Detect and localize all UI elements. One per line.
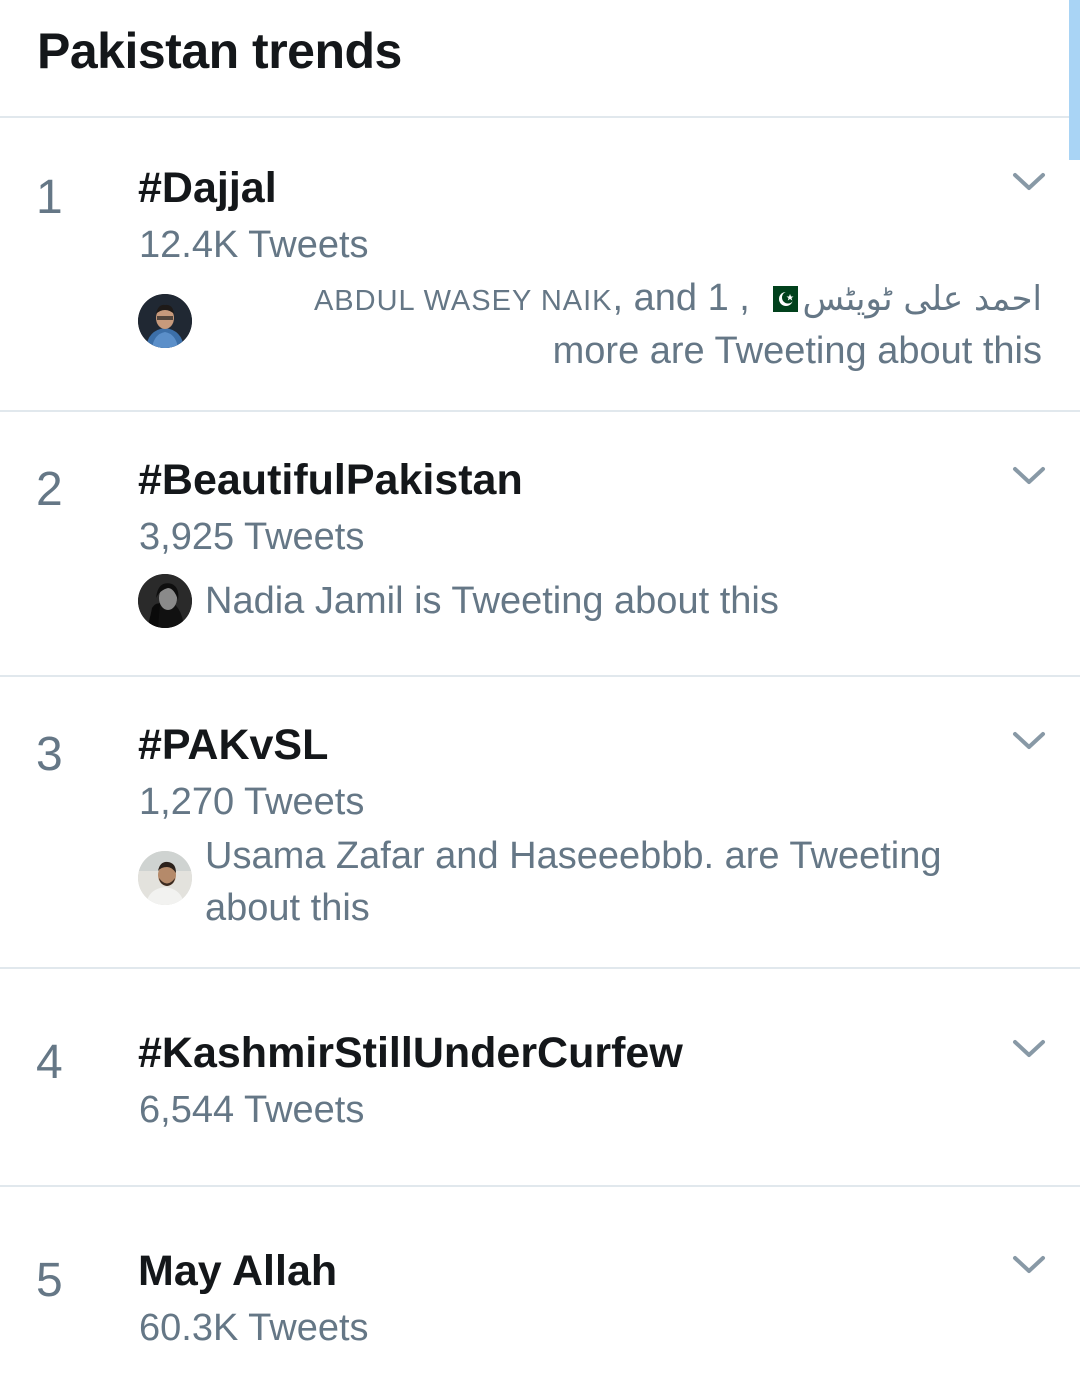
trend-context: Nadia Jamil is Tweeting about this: [205, 580, 779, 622]
trend-context-line1: ABDUL WASEY NAIK, and 1 , احمد علی ٹویٹس: [313, 277, 1042, 319]
trend-name[interactable]: May Allah: [138, 1247, 337, 1296]
chevron-down-icon[interactable]: [1012, 466, 1046, 486]
pakistan-flag-icon: [764, 286, 799, 312]
trend-context-line2: more are Tweeting about this: [552, 330, 1042, 372]
trend-rank: 1: [36, 171, 63, 224]
trend-tweet-count: 12.4K Tweets: [139, 224, 369, 266]
context-tail: , and 1: [612, 277, 729, 319]
trend-name[interactable]: #Dajjal: [138, 164, 277, 213]
avatar[interactable]: [138, 851, 192, 905]
trend-tweet-count: 60.3K Tweets: [139, 1307, 369, 1349]
trend-rank: 5: [36, 1254, 63, 1307]
trend-item-1[interactable]: 1 #Dajjal 12.4K Tweets ABDUL WASEY NAIK,…: [0, 118, 1080, 412]
trend-rank: 3: [36, 728, 63, 781]
trend-context-line1: Usama Zafar and Haseeebbb. are Tweeting: [205, 835, 942, 877]
chevron-down-icon[interactable]: [1012, 731, 1046, 751]
trend-tweet-count: 1,270 Tweets: [139, 781, 365, 823]
page-title: Pakistan trends: [37, 23, 402, 79]
trend-item-3[interactable]: 3 #PAKvSL 1,270 Tweets Usama Zafar and H…: [0, 677, 1080, 969]
chevron-down-icon[interactable]: [1012, 1039, 1046, 1059]
chevron-down-icon[interactable]: [1012, 1255, 1046, 1275]
trend-tweet-count: 6,544 Tweets: [139, 1089, 365, 1131]
trend-tweet-count: 3,925 Tweets: [139, 516, 365, 558]
trend-rank: 2: [36, 463, 63, 516]
context-names[interactable]: ABDUL WASEY NAIK: [314, 285, 613, 317]
trend-rank: 4: [36, 1036, 63, 1089]
avatar[interactable]: [138, 294, 192, 348]
trend-item-5[interactable]: 5 May Allah 60.3K Tweets: [0, 1187, 1080, 1392]
chevron-down-icon[interactable]: [1012, 172, 1046, 192]
trend-name[interactable]: #KashmirStillUnderCurfew: [138, 1029, 683, 1078]
context-rtl-name[interactable]: احمد علی ٹویٹس: [802, 279, 1042, 319]
trend-name[interactable]: #PAKvSL: [138, 721, 328, 770]
header: Pakistan trends: [0, 0, 1080, 118]
trend-item-4[interactable]: 4 #KashmirStillUnderCurfew 6,544 Tweets: [0, 969, 1080, 1187]
trend-context-line2: about this: [205, 887, 370, 929]
trend-name[interactable]: #BeautifulPakistan: [138, 456, 523, 505]
avatar[interactable]: [138, 574, 192, 628]
trend-item-2[interactable]: 2 #BeautifulPakistan 3,925 Tweets Nadia …: [0, 412, 1080, 677]
